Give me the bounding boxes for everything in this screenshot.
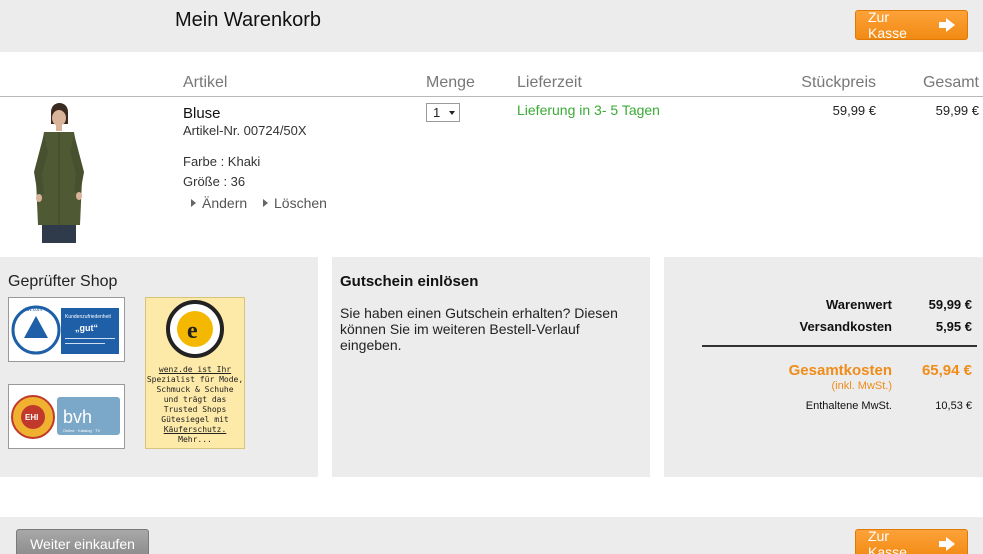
grand-total-label: Gesamtkosten [788, 362, 892, 379]
continue-shopping-label: Weiter einkaufen [30, 536, 135, 552]
column-header-unit-price: Stückpreis [801, 74, 876, 91]
ehi-seal-text: EHI [25, 413, 38, 422]
verified-shop-panel: Geprüfter Shop Kundenzufriedenheit „gut“… [0, 257, 318, 477]
ehi-bvh-seal-graphic: EHI bvh Online · Katalog · TV [11, 395, 120, 439]
item-total-price: 59,99 € [935, 103, 979, 118]
item-color: Farbe : Khaki [183, 154, 261, 169]
item-name[interactable]: Bluse [183, 105, 221, 122]
trusted-shops-line[interactable]: wenz.de ist Ihr [145, 365, 245, 375]
totals-divider [702, 345, 977, 347]
trusted-shops-line: und trägt das [163, 395, 227, 404]
tuv-seal-grade: „gut“ [75, 323, 98, 333]
column-header-delivery: Lieferzeit [517, 74, 582, 91]
quantity-value: 1 [433, 105, 441, 120]
goods-value: 59,99 € [928, 297, 972, 312]
delivery-time: Lieferung in 3- 5 Tagen [517, 102, 660, 118]
column-header-total: Gesamt [922, 74, 979, 91]
verified-shop-title: Geprüfter Shop [8, 273, 118, 290]
delete-item-link[interactable]: Löschen [260, 195, 327, 211]
item-article-number: Artikel-Nr. 00724/50X [183, 123, 307, 138]
bvh-logo-text: bvh [63, 407, 92, 427]
voucher-text: Sie haben einen Gutschein erhalten? Dies… [340, 305, 618, 353]
tuv-seal-heading: Kundenzufriedenheit [65, 314, 111, 320]
caret-down-icon [449, 111, 455, 115]
trusted-shops-line: Gütesiegel mit [161, 415, 229, 424]
trusted-shops-line[interactable]: Käuferschutz. [145, 425, 245, 435]
bvh-subtext: Online · Katalog · TV [63, 428, 101, 433]
incl-vat-note: (inkl. MwSt.) [831, 380, 893, 392]
trusted-shops-line: Spezialist für Mode, [146, 375, 244, 384]
shipping-label: Versandkosten [799, 319, 893, 334]
trusted-shops-line: Trusted Shops [163, 405, 227, 414]
totals-panel: Warenwert 59,99 € Versandkosten 5,95 € G… [664, 257, 983, 477]
checkout-button-bottom[interactable]: Zur Kasse [855, 528, 968, 554]
delete-item-label: Löschen [274, 195, 327, 211]
goods-value-label: Warenwert [826, 297, 892, 312]
product-image[interactable] [18, 100, 100, 245]
continue-shopping-button[interactable]: Weiter einkaufen [16, 529, 149, 554]
header-divider [0, 96, 983, 97]
arrow-right-icon [938, 537, 955, 551]
tuv-seal[interactable]: Kundenzufriedenheit „gut“ tuv.com [8, 297, 125, 362]
quantity-select[interactable]: 1 [426, 103, 460, 122]
voucher-title: Gutschein einlösen [340, 273, 479, 290]
trusted-shops-logo-letter: e [187, 318, 198, 344]
trusted-shops-text: wenz.de ist Ihr Spezialist für Mode, Schmu… [145, 365, 245, 445]
column-header-quantity: Menge [426, 74, 475, 91]
trusted-shops-line[interactable]: Mehr... [145, 435, 245, 445]
item-unit-price: 59,99 € [832, 103, 876, 118]
tuv-seal-brand: tuv.com [25, 307, 42, 313]
checkout-button-label: Zur Kasse [868, 9, 907, 41]
edit-item-label: Ändern [202, 195, 248, 211]
shipping-value: 5,95 € [935, 319, 972, 334]
top-bar [0, 0, 983, 52]
item-size: Größe : 36 [183, 174, 246, 189]
column-header-article: Artikel [183, 74, 228, 91]
arrow-right-icon [938, 18, 955, 32]
grand-total-value: 65,94 € [921, 362, 972, 379]
checkout-button-top[interactable]: Zur Kasse [855, 9, 968, 41]
voucher-panel: Gutschein einlösen Sie haben einen Gutsc… [332, 257, 650, 477]
ehi-bvh-seal[interactable]: EHI bvh Online · Katalog · TV [8, 384, 125, 449]
vat-value: 10,53 € [935, 400, 972, 412]
checkout-button-label: Zur Kasse [868, 528, 907, 554]
tuv-seal-graphic: Kundenzufriedenheit „gut“ tuv.com [11, 305, 119, 355]
trusted-shops-line: Schmuck & Schuhe [156, 385, 234, 394]
edit-item-link[interactable]: Ändern [188, 195, 247, 211]
vat-label: Enthaltene MwSt. [805, 400, 892, 412]
page-title: Mein Warenkorb [175, 9, 321, 31]
